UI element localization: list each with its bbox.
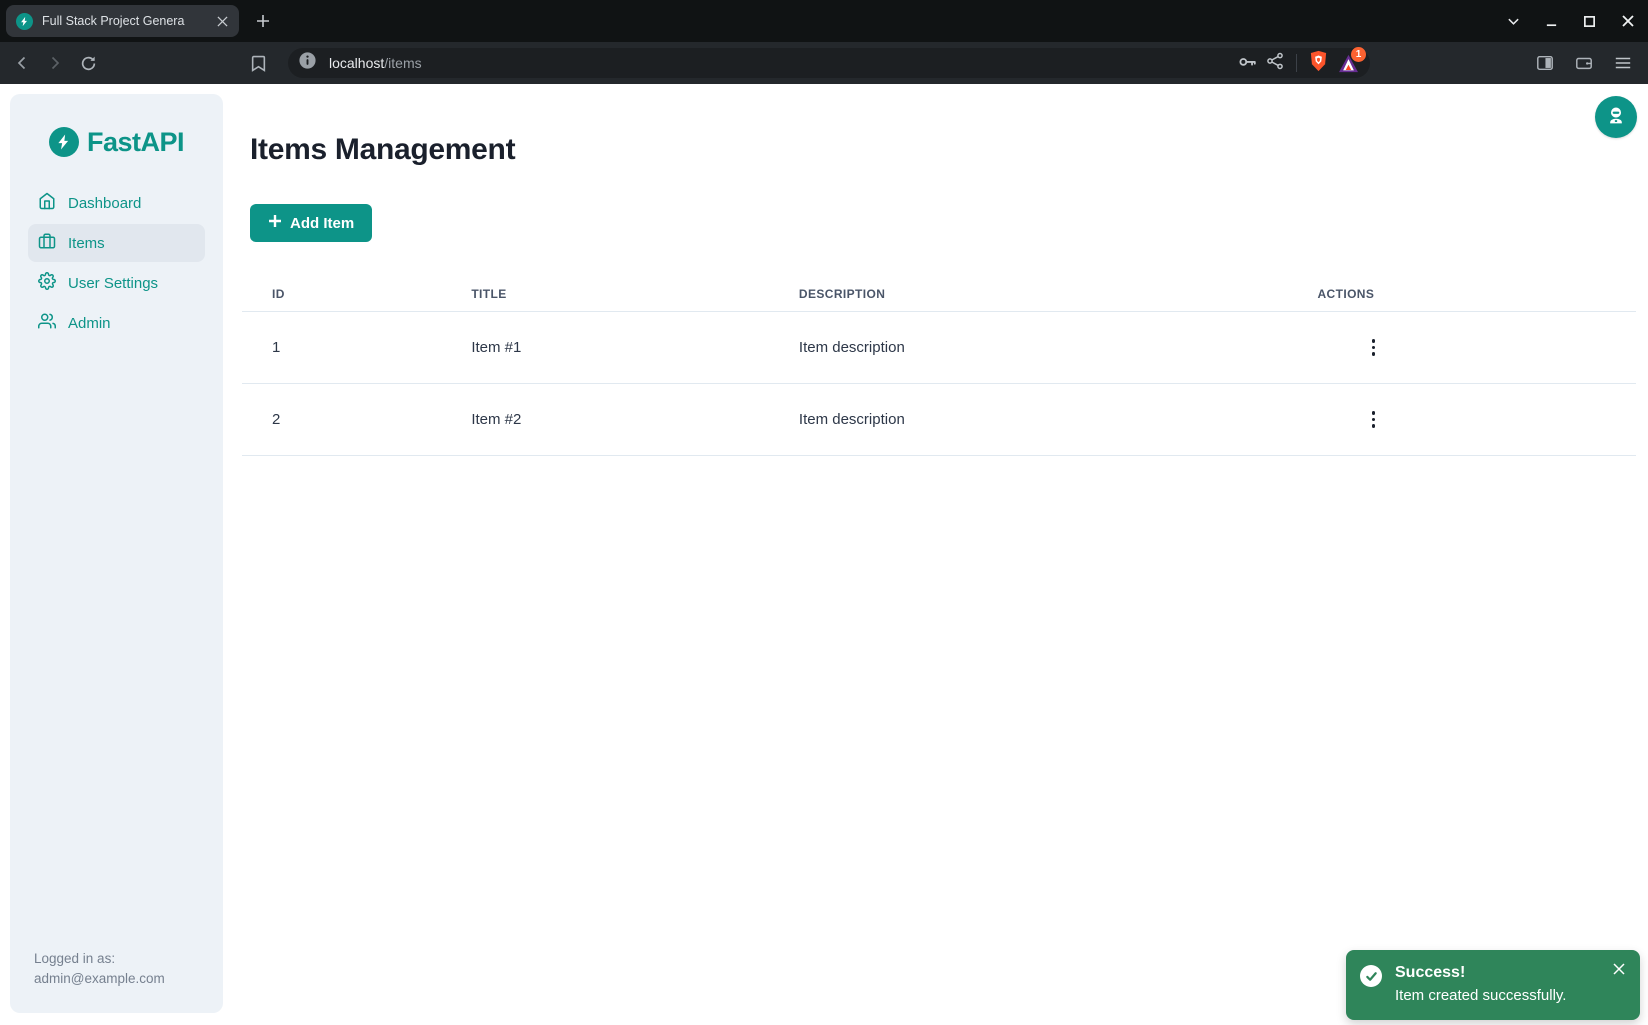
add-item-label: Add Item (290, 215, 354, 232)
cell-actions (1287, 408, 1636, 432)
cell-actions (1287, 336, 1636, 360)
logged-in-label: Logged in as: (34, 949, 165, 969)
table-header-row: ID TITLE DESCRIPTION ACTIONS (242, 276, 1636, 312)
toast-title: Success! (1395, 962, 1566, 984)
reload-button[interactable] (74, 49, 102, 77)
toast-message: Item created successfully. (1395, 984, 1566, 1007)
main-content: Items Management Add Item ID TITLE DESCR… (242, 84, 1636, 456)
cell-id: 2 (242, 411, 441, 428)
tab-bar: Full Stack Project Genera (0, 0, 1648, 42)
app-page: FastAPI Dashboard Items (0, 84, 1648, 1025)
items-table: ID TITLE DESCRIPTION ACTIONS 1 Item #1 I… (242, 276, 1636, 456)
tab-title: Full Stack Project Genera (42, 14, 213, 28)
sidebar-toggle-icon[interactable] (1531, 49, 1559, 77)
browser-toolbar: localhost/items 1 (0, 42, 1648, 84)
logged-in-email: admin@example.com (34, 969, 165, 989)
brand-name: FastAPI (87, 127, 184, 158)
close-window-button[interactable] (1613, 7, 1642, 36)
sidebar-nav: Dashboard Items User Settings (10, 184, 223, 342)
fastapi-favicon-icon (16, 13, 33, 30)
check-circle-icon (1360, 965, 1382, 987)
home-icon (38, 192, 56, 215)
brave-shields-icon[interactable] (1308, 50, 1329, 77)
cell-title: Item #1 (441, 339, 769, 356)
column-header-title: TITLE (441, 287, 769, 301)
cell-title: Item #2 (441, 411, 769, 428)
brand-logo: FastAPI (10, 125, 223, 159)
bookmark-icon[interactable] (244, 49, 272, 77)
back-button[interactable] (8, 49, 36, 77)
toast-close-icon[interactable] (1610, 960, 1628, 978)
url-text: localhost/items (329, 55, 422, 71)
sidebar-item-user-settings[interactable]: User Settings (28, 264, 205, 302)
password-key-icon[interactable] (1236, 50, 1258, 77)
site-info-icon[interactable] (298, 51, 317, 75)
address-bar[interactable]: localhost/items 1 (288, 48, 1370, 78)
sidebar-item-label: Items (68, 235, 105, 252)
sidebar-item-items[interactable]: Items (28, 224, 205, 262)
sidebar-item-label: Admin (68, 315, 111, 332)
gear-icon (38, 272, 56, 295)
table-row: 2 Item #2 Item description (242, 384, 1636, 456)
minimize-button[interactable] (1537, 7, 1566, 36)
plus-icon (268, 214, 282, 232)
sidebar-item-admin[interactable]: Admin (28, 304, 205, 342)
url-path: /items (384, 55, 421, 71)
maximize-button[interactable] (1575, 7, 1604, 36)
row-actions-kebab-menu[interactable] (1361, 336, 1385, 360)
sidebar-item-dashboard[interactable]: Dashboard (28, 184, 205, 222)
browser-tab[interactable]: Full Stack Project Genera (6, 5, 239, 37)
column-header-description: DESCRIPTION (769, 287, 1288, 301)
wallet-icon[interactable] (1570, 49, 1598, 77)
share-icon[interactable] (1265, 51, 1285, 76)
add-item-button[interactable]: Add Item (250, 204, 372, 242)
row-actions-kebab-menu[interactable] (1361, 408, 1385, 432)
fastapi-logo-icon (49, 127, 79, 157)
sidebar: FastAPI Dashboard Items (10, 94, 223, 1013)
menu-hamburger-icon[interactable] (1609, 49, 1637, 77)
browser-window: Full Stack Project Genera (0, 0, 1648, 1025)
tab-search-chevron-icon[interactable] (1499, 7, 1528, 36)
sidebar-item-label: Dashboard (68, 195, 141, 212)
column-header-actions: ACTIONS (1287, 287, 1636, 301)
brave-rewards-icon[interactable]: 1 (1336, 51, 1360, 75)
cell-id: 1 (242, 339, 441, 356)
rewards-notification-badge: 1 (1351, 47, 1366, 62)
page-title: Items Management (250, 133, 1636, 167)
cell-description: Item description (769, 339, 1288, 356)
column-header-id: ID (242, 287, 441, 301)
sidebar-item-label: User Settings (68, 275, 158, 292)
table-row: 1 Item #1 Item description (242, 312, 1636, 384)
success-toast: Success! Item created successfully. (1346, 950, 1640, 1020)
url-host: localhost (329, 55, 384, 71)
logged-in-info: Logged in as: admin@example.com (34, 949, 165, 989)
divider (1296, 54, 1297, 72)
cell-description: Item description (769, 411, 1288, 428)
tab-close-icon[interactable] (213, 12, 231, 30)
briefcase-icon (38, 232, 56, 255)
new-tab-button[interactable] (251, 9, 275, 33)
forward-button[interactable] (41, 49, 69, 77)
users-icon (38, 312, 56, 335)
